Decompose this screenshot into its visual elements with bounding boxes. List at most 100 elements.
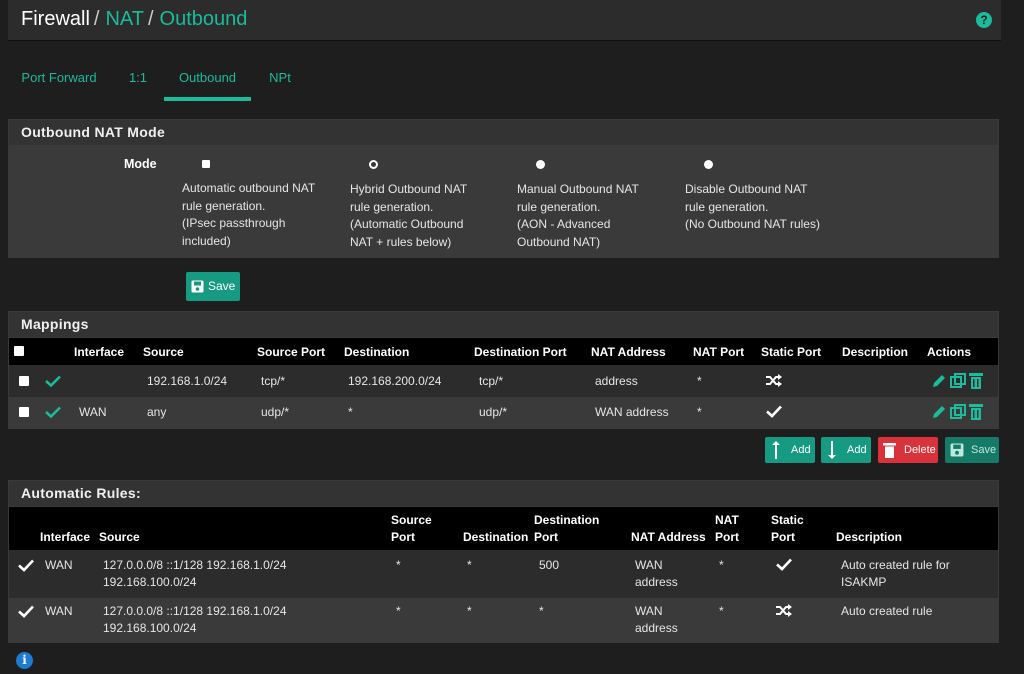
cell-nat-address: WAN address xyxy=(595,405,669,419)
check-icon xyxy=(776,558,792,571)
save-mappings-label: Save xyxy=(971,444,997,456)
enabled-check-icon[interactable] xyxy=(45,375,61,387)
cell-destination: * xyxy=(467,604,472,618)
help-icon[interactable]: ? xyxy=(976,12,992,28)
header-interface: Interface xyxy=(40,530,91,544)
select-all-checkbox[interactable] xyxy=(14,346,24,356)
cell-source-port: * xyxy=(396,558,401,572)
radio-automatic-line: included) xyxy=(182,233,231,248)
tab-one-to-one[interactable]: 1:1 xyxy=(120,62,156,101)
header-nat-address: NAT Address xyxy=(631,530,706,544)
radio-automatic-line: (IPsec passthrough xyxy=(182,216,286,230)
radio-disable-line: Disable Outbound NAT xyxy=(685,182,808,196)
header-nat-address: NAT Address xyxy=(591,345,666,359)
page-header: Firewall / NAT / Outbound ? xyxy=(8,0,1001,41)
mode-save-button[interactable]: Save xyxy=(186,272,240,301)
radio-disable[interactable] xyxy=(704,160,713,169)
radio-hybrid-line: rule generation. xyxy=(350,199,434,214)
radio-disable-line: rule generation. xyxy=(685,199,769,214)
radio-manual-line: (AON - Advanced xyxy=(517,217,611,231)
radio-manual[interactable] xyxy=(536,160,545,169)
header-description: Description xyxy=(842,345,909,359)
cell-source-port: * xyxy=(396,604,401,618)
header-destination: Destination xyxy=(463,530,529,544)
radio-automatic-selected[interactable] xyxy=(202,160,210,168)
cell-source-port: tcp/* xyxy=(261,374,286,388)
delete-button[interactable]: Delete xyxy=(878,437,938,463)
cell-source: 192.168.100.0/24 xyxy=(103,575,197,589)
header-destination-port-line1: Destination xyxy=(534,513,600,527)
save-mappings-button[interactable]: Save xyxy=(945,437,999,463)
breadcrumb-outbound[interactable]: Outbound xyxy=(160,8,248,30)
cell-destination-port: tcp/* xyxy=(479,374,504,388)
save-icon xyxy=(950,443,964,457)
cell-source-port: udp/* xyxy=(261,405,290,419)
trash-icon[interactable] xyxy=(969,403,983,420)
breadcrumb-separator: / xyxy=(147,8,154,30)
mode-option-manual[interactable]: Manual Outbound NAT rule generation. (AO… xyxy=(517,160,677,251)
tab-bar: Port Forward 1:1 Outbound NPt xyxy=(8,62,1001,102)
cell-source: 192.168.1.0/24 xyxy=(147,374,228,388)
auto-rules-header-row: Interface Source Source Port Destination… xyxy=(9,507,998,550)
header-source-port-line2: Port xyxy=(391,530,415,544)
mode-option-automatic[interactable]: Automatic outbound NAT rule generation. … xyxy=(182,160,342,250)
mode-option-hybrid[interactable]: Hybrid Outbound NAT rule generation. (Au… xyxy=(350,160,510,251)
cell-destination: * xyxy=(467,558,472,572)
header-actions: Actions xyxy=(927,345,972,359)
mode-label: Mode xyxy=(124,157,157,171)
edit-pencil-icon[interactable] xyxy=(931,404,947,420)
cell-destination-port: udp/* xyxy=(479,405,508,419)
cell-description: ISAKMP xyxy=(841,575,887,589)
radio-hybrid-line: (Automatic Outbound xyxy=(350,217,464,231)
header-source-port-line1: Source xyxy=(391,513,432,527)
header-destination-port: Destination Port xyxy=(474,345,567,359)
cell-interface: WAN xyxy=(45,604,73,618)
row-checkbox[interactable] xyxy=(19,407,29,417)
copy-icon[interactable] xyxy=(950,404,966,420)
mappings-header-row: Interface Source Source Port Destination… xyxy=(9,338,998,365)
shuffle-icon xyxy=(776,604,792,617)
row-checkbox[interactable] xyxy=(19,376,29,386)
cell-nat-port: * xyxy=(719,604,724,618)
header-nat-port-line2: Port xyxy=(715,530,739,544)
panel-title: Outbound NAT Mode xyxy=(9,120,998,146)
tab-npt[interactable]: NPt xyxy=(260,62,300,101)
enabled-check-icon[interactable] xyxy=(45,406,61,418)
add-bottom-button[interactable]: Add xyxy=(821,437,871,463)
table-row: WAN 127.0.0.0/8 ::1/128 192.168.1.0/24 1… xyxy=(9,598,998,642)
cell-description: Auto created rule for xyxy=(841,558,950,572)
header-static-port: Static Port xyxy=(761,345,822,359)
delete-label: Delete xyxy=(904,444,936,456)
cell-destination: * xyxy=(348,405,353,419)
cell-nat-address: address xyxy=(635,621,678,635)
header-source: Source xyxy=(99,530,140,544)
copy-icon[interactable] xyxy=(950,373,966,389)
mappings-panel: Mappings Interface Source Source Port De… xyxy=(8,311,999,429)
header-destination: Destination xyxy=(344,345,410,359)
add-top-button[interactable]: Add xyxy=(765,437,815,463)
tab-port-forward[interactable]: Port Forward xyxy=(12,62,106,101)
table-row[interactable]: WAN any udp/* * udp/* WAN address * xyxy=(9,397,998,428)
trash-icon[interactable] xyxy=(969,372,983,389)
cell-source: any xyxy=(147,405,167,419)
cell-source: 192.168.100.0/24 xyxy=(103,621,197,635)
edit-pencil-icon[interactable] xyxy=(931,373,947,389)
cell-nat-port: * xyxy=(697,374,702,388)
info-icon[interactable]: i xyxy=(16,652,33,669)
tab-outbound[interactable]: Outbound xyxy=(164,62,251,101)
cell-interface: WAN xyxy=(79,405,107,419)
radio-hybrid[interactable] xyxy=(369,160,378,169)
cell-nat-port: * xyxy=(697,405,702,419)
add-top-label: Add xyxy=(791,444,811,456)
panel-title: Automatic Rules: xyxy=(9,481,998,507)
breadcrumb-nat[interactable]: NAT xyxy=(105,8,144,30)
cell-nat-address: WAN xyxy=(635,558,663,572)
table-row[interactable]: 192.168.1.0/24 tcp/* 192.168.200.0/24 tc… xyxy=(9,365,998,397)
header-destination-port-line2: Port xyxy=(534,530,558,544)
cell-destination-port: 500 xyxy=(539,558,560,572)
mode-save-label: Save xyxy=(208,279,236,293)
automatic-rules-panel: Automatic Rules: Interface Source Source… xyxy=(8,480,999,643)
mode-option-disable[interactable]: Disable Outbound NAT rule generation. (N… xyxy=(685,160,845,234)
radio-manual-line: Outbound NAT) xyxy=(517,234,601,249)
outbound-nat-mode-panel: Outbound NAT Mode Mode Automatic outboun… xyxy=(8,119,999,258)
